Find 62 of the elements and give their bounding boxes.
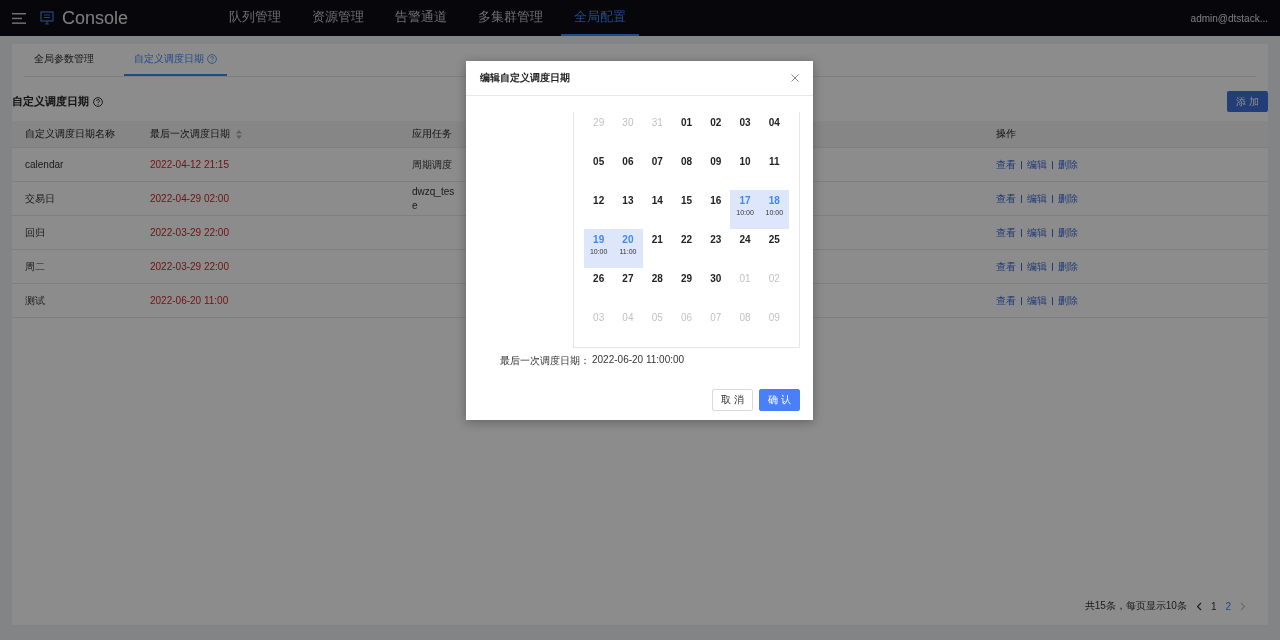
table-cell: 交易日 [12, 182, 137, 216]
calendar-day[interactable]: 30 [701, 268, 731, 307]
nav-tab[interactable]: 多集群管理 [465, 0, 556, 36]
calendar-day[interactable]: 21 [642, 229, 672, 268]
cancel-button[interactable]: 取 消 [712, 389, 753, 411]
action-link[interactable]: 编辑 [1027, 293, 1047, 308]
section-title: 自定义调度日期 [12, 94, 89, 109]
last-schedule-date: 最后一次调度日期： 2022-06-20 11:00:00 [500, 354, 686, 368]
nav-tab[interactable]: 全局配置 [561, 0, 639, 36]
calendar-day[interactable]: 29 [671, 268, 702, 307]
action-link[interactable]: 编辑 [1027, 157, 1047, 172]
table-cell: 周二 [12, 250, 137, 284]
nav-tab[interactable]: 队列管理 [216, 0, 294, 36]
action-link[interactable]: 删除 [1058, 259, 1078, 274]
calendar-day[interactable]: 28 [642, 268, 672, 307]
action-link[interactable]: 编辑 [1027, 191, 1047, 206]
column-header[interactable]: 最后一次调度日期 [137, 121, 399, 148]
table-cell: 2022-03-29 22:00 [137, 250, 399, 284]
nav-tab[interactable]: 资源管理 [299, 0, 377, 36]
tab[interactable]: 自定义调度日期 [124, 52, 227, 76]
calendar-day[interactable]: 24 [730, 229, 760, 268]
table-cell: 测试 [12, 284, 137, 318]
pagination-summary: 共15条，每页显示10条 [1084, 599, 1187, 613]
action-link[interactable]: 删除 [1058, 157, 1078, 172]
action-link[interactable]: 删除 [1058, 191, 1078, 206]
previous-page-icon[interactable] [1195, 601, 1202, 611]
action-link[interactable]: 查看 [996, 259, 1016, 274]
monitor-icon [40, 10, 54, 26]
table-cell: 2022-04-12 21:15 [137, 148, 399, 182]
nav-tab[interactable]: 告警通道 [382, 0, 460, 36]
confirm-button[interactable]: 确 认 [759, 389, 800, 411]
action-link[interactable]: 编辑 [1027, 259, 1047, 274]
action-link[interactable]: 编辑 [1027, 225, 1047, 240]
calendar-day[interactable]: 23 [701, 229, 731, 268]
app-name: Console [62, 7, 129, 29]
add-button[interactable]: 添 加 [1227, 91, 1268, 112]
table-cell: calendar [12, 148, 137, 182]
action-link[interactable]: 删除 [1058, 225, 1078, 240]
action-link[interactable]: 查看 [996, 225, 1016, 240]
table-cell: 回归 [12, 216, 137, 250]
calendar-day[interactable]: 25 [759, 229, 789, 268]
close-button[interactable] [791, 74, 799, 82]
column-header: 自定义调度日期名称 [12, 121, 137, 148]
calendar-day[interactable]: 26 [584, 268, 614, 307]
action-link[interactable]: 查看 [996, 191, 1016, 206]
table-cell: 2022-06-20 11:00 [137, 284, 399, 318]
table-cell: 2022-04-29 02:00 [137, 182, 399, 216]
column-header: 操作 [983, 121, 1268, 148]
action-link[interactable]: 查看 [996, 157, 1016, 172]
tab[interactable]: 全局参数管理 [24, 52, 104, 76]
page-number[interactable]: 1 [1210, 600, 1217, 612]
menu-icon[interactable] [12, 12, 26, 24]
calendar-day[interactable]: 22 [671, 229, 702, 268]
sort-icon[interactable] [236, 129, 242, 139]
user-name[interactable]: admin@dtstack... [1190, 12, 1268, 24]
table-cell: 2022-03-29 22:00 [137, 216, 399, 250]
action-link[interactable]: 查看 [996, 293, 1016, 308]
dialog-title: 编辑自定义调度日期 [480, 71, 570, 85]
help-icon [93, 96, 103, 107]
calendar-day[interactable]: 27 [613, 268, 643, 307]
page-number[interactable]: 2 [1225, 600, 1231, 612]
action-link[interactable]: 删除 [1058, 293, 1078, 308]
